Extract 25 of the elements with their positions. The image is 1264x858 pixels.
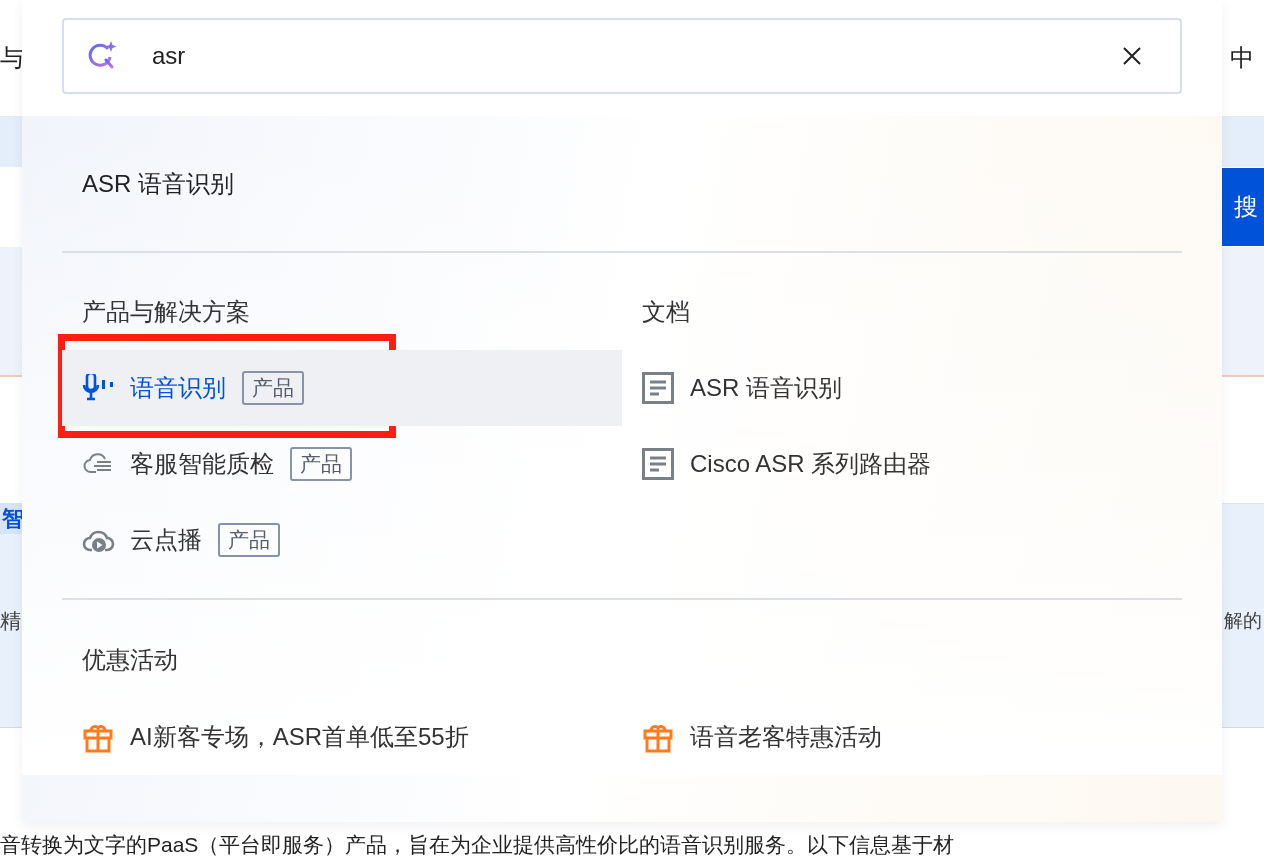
product-item[interactable]: 语音识别 产品 [62,350,622,426]
section-heading: 文档 [641,297,691,327]
search-button[interactable]: 搜 [1222,168,1264,246]
product-tag: 产品 [218,523,280,557]
body-text: 精 [0,608,21,634]
promotion-item[interactable]: 语音老客特惠活动 [622,699,1182,775]
suggestion-item[interactable]: ASR 语音识别 [62,116,1182,253]
body-text: 解的 [1224,609,1262,633]
section-heading: 产品与解决方案 [81,297,251,327]
body-text: 音转换为文字的PaaS（平台即服务）产品，旨在为企业提供高性价比的语音识别服务。以下信息基于材 [0,832,955,858]
product-item[interactable]: 客服智能质检 产品 [62,426,622,502]
section-heading: 优惠活动 [81,645,179,675]
promotion-item[interactable]: AI新客专场，ASR首单低至55折 [62,699,622,775]
product-item[interactable]: 云点播 产品 [62,502,622,578]
document-icon [642,372,674,404]
microphone-icon [82,374,116,402]
header-text: 中 [1230,43,1254,73]
product-tag: 产品 [242,371,304,405]
document-icon [642,448,674,480]
search-field[interactable]: asr [62,18,1182,94]
header-text: 与 [0,43,24,73]
product-tag: 产品 [290,447,352,481]
close-icon[interactable] [1122,46,1142,66]
document-item[interactable]: Cisco ASR 系列路由器 [622,426,1182,502]
document-item[interactable]: ASR 语音识别 [622,350,1182,426]
